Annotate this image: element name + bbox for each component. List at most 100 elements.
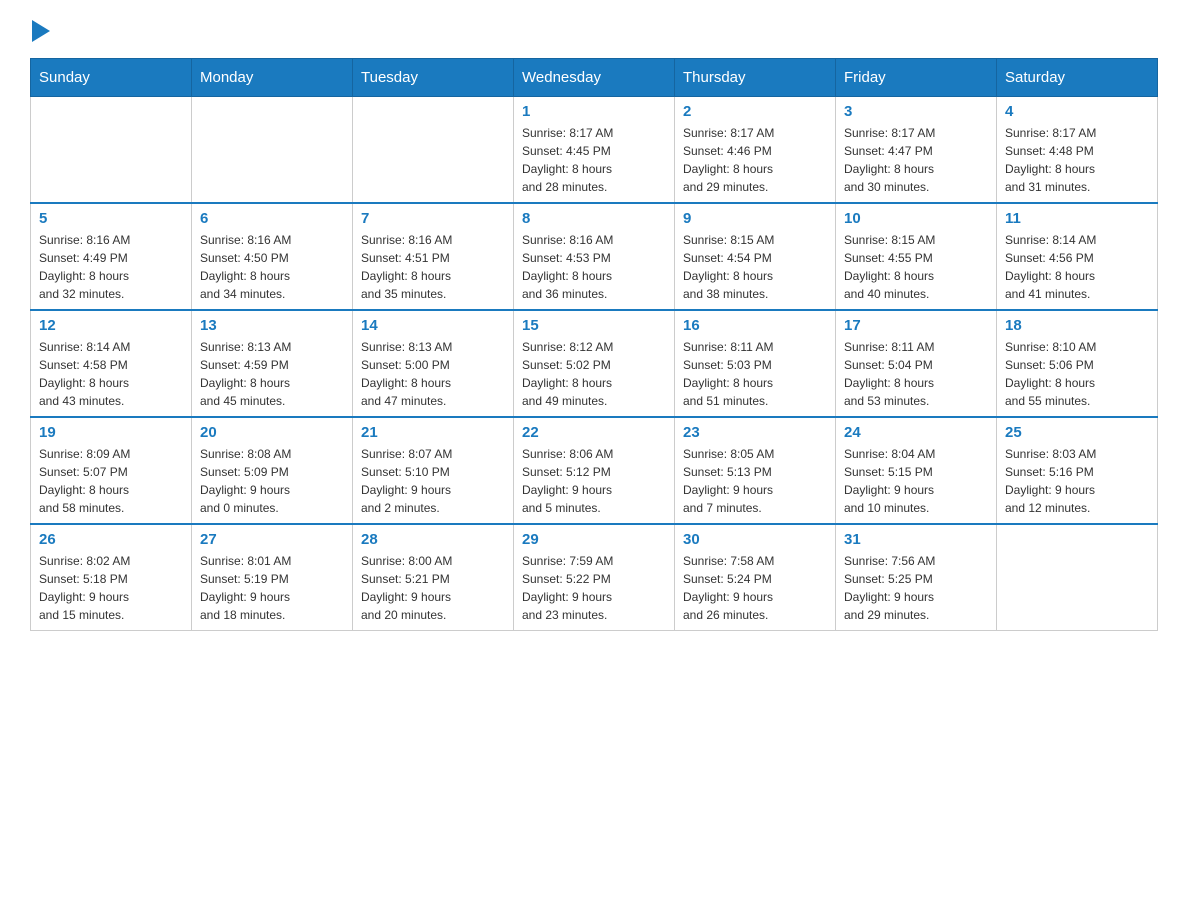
day-number: 31 xyxy=(844,531,988,548)
day-number: 10 xyxy=(844,210,988,227)
day-number: 8 xyxy=(522,210,666,227)
day-info: Sunrise: 8:16 AMSunset: 4:51 PMDaylight:… xyxy=(361,231,505,303)
calendar-cell: 25Sunrise: 8:03 AMSunset: 5:16 PMDayligh… xyxy=(997,417,1158,524)
weekday-header-sunday: Sunday xyxy=(31,59,192,97)
calendar-cell: 20 Sunrise: 8:08 AMSunset: 5:09 PMDayligh… xyxy=(192,417,353,524)
calendar-header-row: SundayMondayTuesdayWednesdayThursdayFrid… xyxy=(31,59,1158,97)
day-info: Sunrise: 8:06 AMSunset: 5:12 PMDaylight:… xyxy=(522,445,666,517)
weekday-header-wednesday: Wednesday xyxy=(514,59,675,97)
calendar-cell: 3 Sunrise: 8:17 AMSunset: 4:47 PMDaylight… xyxy=(836,97,997,204)
calendar-cell: 5Sunrise: 8:16 AMSunset: 4:49 PMDaylight… xyxy=(31,203,192,310)
day-info: Sunrise: 8:04 AMSunset: 5:15 PMDaylight:… xyxy=(844,445,988,517)
day-info: Sunrise: 8:11 AMSunset: 5:04 PMDaylight:… xyxy=(844,338,988,410)
day-number: 20 xyxy=(200,424,344,441)
day-number: 21 xyxy=(361,424,505,441)
calendar-cell: 19 Sunrise: 8:09 AMSunset: 5:07 PMDayligh… xyxy=(31,417,192,524)
calendar-cell: 24 Sunrise: 8:04 AMSunset: 5:15 PMDayligh… xyxy=(836,417,997,524)
day-number: 15 xyxy=(522,317,666,334)
day-info: Sunrise: 8:08 AMSunset: 5:09 PMDaylight:… xyxy=(200,445,344,517)
calendar-cell: 11Sunrise: 8:14 AMSunset: 4:56 PMDayligh… xyxy=(997,203,1158,310)
calendar-week-row: 19 Sunrise: 8:09 AMSunset: 5:07 PMDayligh… xyxy=(31,417,1158,524)
day-info: Sunrise: 8:09 AMSunset: 5:07 PMDaylight:… xyxy=(39,445,183,517)
calendar-cell xyxy=(353,97,514,204)
day-number: 25 xyxy=(1005,424,1149,441)
day-info: Sunrise: 8:13 AMSunset: 4:59 PMDaylight:… xyxy=(200,338,344,410)
calendar-cell xyxy=(192,97,353,204)
calendar-cell: 28 Sunrise: 8:00 AMSunset: 5:21 PMDayligh… xyxy=(353,524,514,631)
day-info: Sunrise: 8:01 AMSunset: 5:19 PMDaylight:… xyxy=(200,552,344,624)
day-number: 30 xyxy=(683,531,827,548)
calendar-cell: 27 Sunrise: 8:01 AMSunset: 5:19 PMDayligh… xyxy=(192,524,353,631)
day-info: Sunrise: 8:07 AMSunset: 5:10 PMDaylight:… xyxy=(361,445,505,517)
page-header xyxy=(30,20,1158,40)
day-info: Sunrise: 8:17 AMSunset: 4:48 PMDaylight:… xyxy=(1005,124,1149,196)
day-number: 14 xyxy=(361,317,505,334)
calendar-cell: 8 Sunrise: 8:16 AMSunset: 4:53 PMDaylight… xyxy=(514,203,675,310)
calendar-cell: 14 Sunrise: 8:13 AMSunset: 5:00 PMDayligh… xyxy=(353,310,514,417)
day-info: Sunrise: 8:17 AMSunset: 4:46 PMDaylight:… xyxy=(683,124,827,196)
day-info: Sunrise: 8:11 AMSunset: 5:03 PMDaylight:… xyxy=(683,338,827,410)
calendar-cell xyxy=(31,97,192,204)
day-info: Sunrise: 8:16 AMSunset: 4:50 PMDaylight:… xyxy=(200,231,344,303)
weekday-header-tuesday: Tuesday xyxy=(353,59,514,97)
day-number: 16 xyxy=(683,317,827,334)
calendar-cell: 4 Sunrise: 8:17 AMSunset: 4:48 PMDaylight… xyxy=(997,97,1158,204)
day-number: 19 xyxy=(39,424,183,441)
day-info: Sunrise: 8:13 AMSunset: 5:00 PMDaylight:… xyxy=(361,338,505,410)
day-info: Sunrise: 8:15 AMSunset: 4:55 PMDaylight:… xyxy=(844,231,988,303)
day-number: 6 xyxy=(200,210,344,227)
day-info: Sunrise: 7:56 AMSunset: 5:25 PMDaylight:… xyxy=(844,552,988,624)
day-number: 2 xyxy=(683,103,827,120)
calendar-cell: 18 Sunrise: 8:10 AMSunset: 5:06 PMDayligh… xyxy=(997,310,1158,417)
day-info: Sunrise: 8:12 AMSunset: 5:02 PMDaylight:… xyxy=(522,338,666,410)
day-info: Sunrise: 7:58 AMSunset: 5:24 PMDaylight:… xyxy=(683,552,827,624)
day-info: Sunrise: 8:05 AMSunset: 5:13 PMDaylight:… xyxy=(683,445,827,517)
day-info: Sunrise: 8:14 AMSunset: 4:58 PMDaylight:… xyxy=(39,338,183,410)
day-number: 4 xyxy=(1005,103,1149,120)
day-number: 23 xyxy=(683,424,827,441)
day-number: 29 xyxy=(522,531,666,548)
calendar-week-row: 12Sunrise: 8:14 AMSunset: 4:58 PMDayligh… xyxy=(31,310,1158,417)
logo xyxy=(30,20,50,40)
calendar-cell: 6 Sunrise: 8:16 AMSunset: 4:50 PMDaylight… xyxy=(192,203,353,310)
day-number: 18 xyxy=(1005,317,1149,334)
weekday-header-thursday: Thursday xyxy=(675,59,836,97)
calendar-cell: 2 Sunrise: 8:17 AMSunset: 4:46 PMDaylight… xyxy=(675,97,836,204)
day-number: 7 xyxy=(361,210,505,227)
day-info: Sunrise: 8:17 AMSunset: 4:47 PMDaylight:… xyxy=(844,124,988,196)
calendar-cell: 10 Sunrise: 8:15 AMSunset: 4:55 PMDayligh… xyxy=(836,203,997,310)
calendar-cell: 9 Sunrise: 8:15 AMSunset: 4:54 PMDaylight… xyxy=(675,203,836,310)
calendar-week-row: 26Sunrise: 8:02 AMSunset: 5:18 PMDayligh… xyxy=(31,524,1158,631)
calendar-cell: 17Sunrise: 8:11 AMSunset: 5:04 PMDayligh… xyxy=(836,310,997,417)
calendar-cell: 15 Sunrise: 8:12 AMSunset: 5:02 PMDayligh… xyxy=(514,310,675,417)
calendar-cell: 31 Sunrise: 7:56 AMSunset: 5:25 PMDayligh… xyxy=(836,524,997,631)
calendar-cell: 26Sunrise: 8:02 AMSunset: 5:18 PMDayligh… xyxy=(31,524,192,631)
day-number: 22 xyxy=(522,424,666,441)
calendar-cell xyxy=(997,524,1158,631)
day-info: Sunrise: 8:15 AMSunset: 4:54 PMDaylight:… xyxy=(683,231,827,303)
calendar-cell: 7 Sunrise: 8:16 AMSunset: 4:51 PMDaylight… xyxy=(353,203,514,310)
day-info: Sunrise: 8:16 AMSunset: 4:53 PMDaylight:… xyxy=(522,231,666,303)
calendar-cell: 22 Sunrise: 8:06 AMSunset: 5:12 PMDayligh… xyxy=(514,417,675,524)
calendar-cell: 1Sunrise: 8:17 AMSunset: 4:45 PMDaylight… xyxy=(514,97,675,204)
day-info: Sunrise: 8:16 AMSunset: 4:49 PMDaylight:… xyxy=(39,231,183,303)
day-info: Sunrise: 8:10 AMSunset: 5:06 PMDaylight:… xyxy=(1005,338,1149,410)
calendar-cell: 16 Sunrise: 8:11 AMSunset: 5:03 PMDayligh… xyxy=(675,310,836,417)
calendar-cell: 21 Sunrise: 8:07 AMSunset: 5:10 PMDayligh… xyxy=(353,417,514,524)
day-number: 13 xyxy=(200,317,344,334)
day-info: Sunrise: 7:59 AMSunset: 5:22 PMDaylight:… xyxy=(522,552,666,624)
day-info: Sunrise: 8:00 AMSunset: 5:21 PMDaylight:… xyxy=(361,552,505,624)
day-number: 1 xyxy=(522,103,666,120)
day-number: 27 xyxy=(200,531,344,548)
day-number: 24 xyxy=(844,424,988,441)
calendar-cell: 23 Sunrise: 8:05 AMSunset: 5:13 PMDayligh… xyxy=(675,417,836,524)
day-number: 28 xyxy=(361,531,505,548)
day-number: 9 xyxy=(683,210,827,227)
calendar-week-row: 5Sunrise: 8:16 AMSunset: 4:49 PMDaylight… xyxy=(31,203,1158,310)
logo-arrow-icon xyxy=(32,20,50,42)
weekday-header-monday: Monday xyxy=(192,59,353,97)
weekday-header-saturday: Saturday xyxy=(997,59,1158,97)
day-info: Sunrise: 8:02 AMSunset: 5:18 PMDaylight:… xyxy=(39,552,183,624)
day-number: 11 xyxy=(1005,210,1149,227)
day-number: 3 xyxy=(844,103,988,120)
